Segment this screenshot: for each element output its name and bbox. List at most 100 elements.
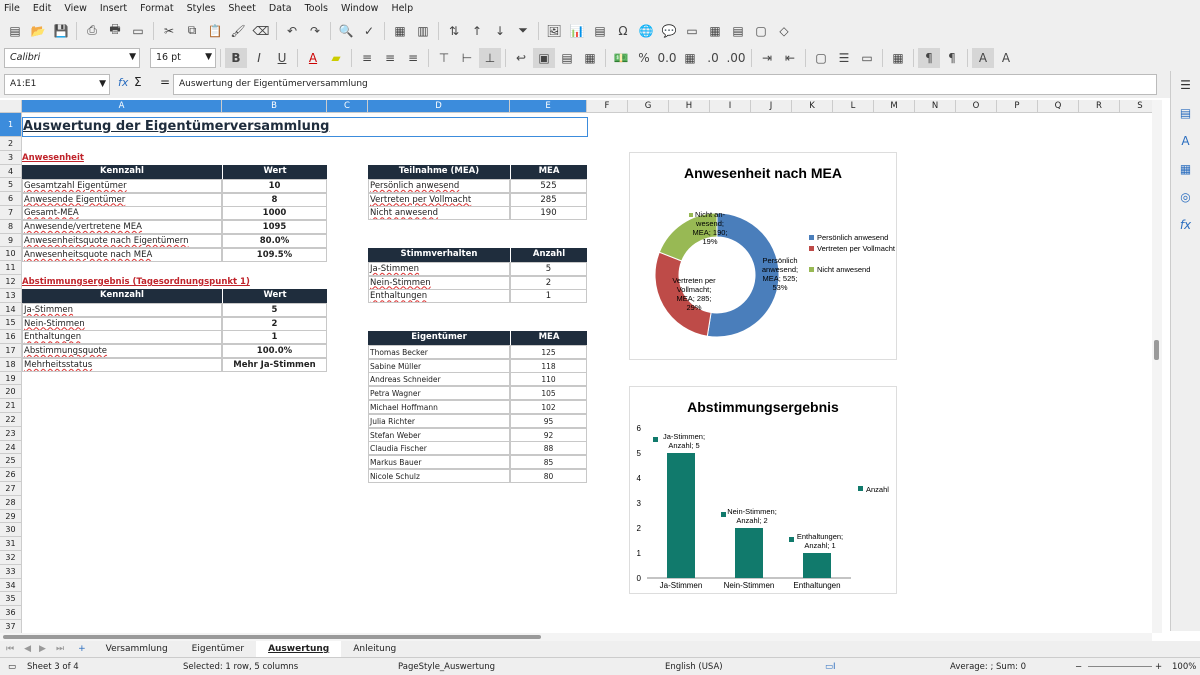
row-header-16[interactable]: 16 [0, 330, 22, 344]
add-sheet-icon[interactable]: + [70, 644, 94, 654]
row-header-25[interactable]: 25 [0, 454, 22, 469]
formula-input[interactable]: Auswertung der Eigentümerversammlung [173, 74, 1157, 95]
row-header-28[interactable]: 28 [0, 495, 22, 510]
cut-icon[interactable]: ✂ [158, 21, 180, 41]
pivot-table-icon[interactable]: ▤ [589, 21, 611, 41]
underline-icon[interactable]: U [271, 48, 293, 68]
image-icon[interactable]: 🖼 [543, 21, 565, 41]
zoom-out-icon[interactable]: − [1075, 662, 1082, 672]
row-icon[interactable]: ▦ [389, 21, 411, 41]
participation-header-2[interactable]: MEA [510, 165, 587, 179]
align-bottom-icon[interactable]: ⊥ [479, 47, 501, 68]
prev-sheet-icon[interactable]: ◀ [20, 644, 35, 654]
column-header-q[interactable]: Q [1038, 100, 1079, 113]
owners-header-2[interactable]: MEA [510, 331, 587, 345]
align-left-icon[interactable]: ≡ [356, 48, 378, 68]
highlight-color-icon[interactable]: ▰ [325, 48, 347, 68]
font-size-box[interactable]: 16 pt ▼ [150, 47, 216, 68]
menu-view[interactable]: View [64, 3, 87, 14]
vote-row-value[interactable]: 100.0% [222, 344, 327, 359]
add-decimal-icon[interactable]: .0 [702, 48, 724, 68]
row-header-36[interactable]: 36 [0, 606, 22, 620]
column-header-d[interactable]: D [368, 100, 510, 113]
attendance-header-2[interactable]: Wert [222, 165, 327, 179]
row-header-33[interactable]: 33 [0, 564, 22, 579]
hyperlink-icon[interactable]: 🌐 [635, 21, 657, 41]
functions-icon[interactable]: fx [1171, 211, 1200, 239]
owners-row-value[interactable]: 118 [510, 358, 587, 373]
chart-icon[interactable]: 📊 [566, 21, 588, 41]
bar-0[interactable] [667, 453, 695, 578]
row-header-30[interactable]: 30 [0, 523, 22, 538]
voting-row-label[interactable]: Ja-Stimmen [368, 261, 510, 276]
column-header-j[interactable]: J [751, 100, 792, 113]
menu-insert[interactable]: Insert [100, 3, 127, 14]
comment-icon[interactable]: 💬 [658, 21, 680, 41]
first-sheet-icon[interactable]: ⏮ [0, 644, 20, 654]
sum-icon[interactable]: Σ [134, 75, 142, 89]
sheet-tab-auswertung[interactable]: Auswertung [256, 641, 342, 657]
column-header-r[interactable]: R [1079, 100, 1120, 113]
autofilter-icon[interactable]: ⏷ [512, 21, 534, 41]
status-zoom[interactable]: 100% [1172, 662, 1196, 672]
row-header-1[interactable]: 1 [0, 113, 22, 137]
attendance-row-label[interactable]: Anwesenheitsquote nach MEA [22, 247, 222, 262]
row-header-10[interactable]: 10 [0, 247, 22, 262]
voting-row-value[interactable]: 1 [510, 289, 587, 304]
voting-row-label[interactable]: Nein-Stimmen [368, 275, 510, 290]
properties-icon[interactable]: ▤ [1171, 99, 1200, 127]
new-document-icon[interactable]: ▤ [4, 21, 26, 41]
attendance-row-value[interactable]: 80.0% [222, 234, 327, 248]
column-header-l[interactable]: L [833, 100, 874, 113]
participation-row-value[interactable]: 525 [510, 178, 587, 193]
column-header-f[interactable]: F [587, 100, 628, 113]
align-center-icon[interactable]: ≡ [379, 48, 401, 68]
formula-equals-icon[interactable]: = [160, 75, 170, 89]
column-header-n[interactable]: N [915, 100, 956, 113]
row-header-23[interactable]: 23 [0, 426, 22, 441]
column-header-h[interactable]: H [669, 100, 710, 113]
menu-styles[interactable]: Styles [187, 3, 216, 14]
row-header-4[interactable]: 4 [0, 164, 22, 179]
sort-icon[interactable]: ⇅ [443, 21, 465, 41]
copy-icon[interactable]: ⧉ [181, 21, 203, 41]
font-name-box[interactable]: Calibri ▼ [4, 47, 140, 68]
paste-icon[interactable]: 📋 [204, 21, 226, 41]
vertical-scrollbar[interactable] [1152, 100, 1162, 633]
save-icon[interactable]: 💾 [50, 21, 72, 41]
menu-edit[interactable]: Edit [33, 3, 51, 14]
last-sheet-icon[interactable]: ⏭ [50, 644, 70, 654]
bar-chart[interactable]: Abstimmungsergebnis 0 1 2 3 4 5 6 Ja-Stimmen Ja-S… [629, 386, 897, 594]
vote-row-label[interactable]: Nein-Stimmen [22, 316, 222, 331]
voting-row-value[interactable]: 2 [510, 275, 587, 290]
voting-row-label[interactable]: Enthaltungen [368, 289, 510, 304]
zoom-slider[interactable] [1088, 666, 1152, 667]
navigator-icon[interactable]: ◎ [1171, 183, 1200, 211]
attendance-row-value[interactable]: 109.5% [222, 247, 327, 262]
sheet-title[interactable]: Auswertung der Eigentümerversammlung [22, 117, 588, 137]
bold-icon[interactable]: B [225, 47, 247, 68]
menu-file[interactable]: File [4, 3, 20, 14]
section-heading-anwesenheit[interactable]: Anwesenheit [22, 152, 322, 166]
merge-center-icon[interactable]: ▣ [533, 47, 555, 68]
row-header-13[interactable]: 13 [0, 288, 22, 303]
row-header-19[interactable]: 19 [0, 371, 22, 386]
owners-row-label[interactable]: Claudia Fischer [368, 441, 510, 456]
styles-icon[interactable]: A [1171, 127, 1200, 155]
attendance-row-label[interactable]: Anwesende/vertretene MEA [22, 220, 222, 235]
participation-row-label[interactable]: Nicht anwesend [368, 206, 510, 221]
status-sum[interactable]: Average: ; Sum: 0 [950, 662, 1026, 672]
print-preview-icon[interactable]: ▭ [127, 21, 149, 41]
attendance-row-label[interactable]: Anwesende Eigentümer [22, 192, 222, 207]
left-to-right-icon[interactable]: ¶ [918, 47, 940, 68]
menu-icon[interactable]: ☰ [1171, 71, 1200, 99]
vote-row-value[interactable]: Mehr Ja-Stimmen [222, 358, 327, 372]
attendance-row-value[interactable]: 1000 [222, 206, 327, 221]
print-icon[interactable]: 🖶 [104, 21, 126, 41]
voting-header-2[interactable]: Anzahl [510, 248, 587, 262]
attendance-row-value[interactable]: 8 [222, 192, 327, 207]
menu-data[interactable]: Data [269, 3, 292, 14]
vote-header-2[interactable]: Wert [222, 289, 327, 303]
increase-indent-icon[interactable]: ⇥ [756, 48, 778, 68]
date-format-icon[interactable]: ▦ [679, 48, 701, 68]
